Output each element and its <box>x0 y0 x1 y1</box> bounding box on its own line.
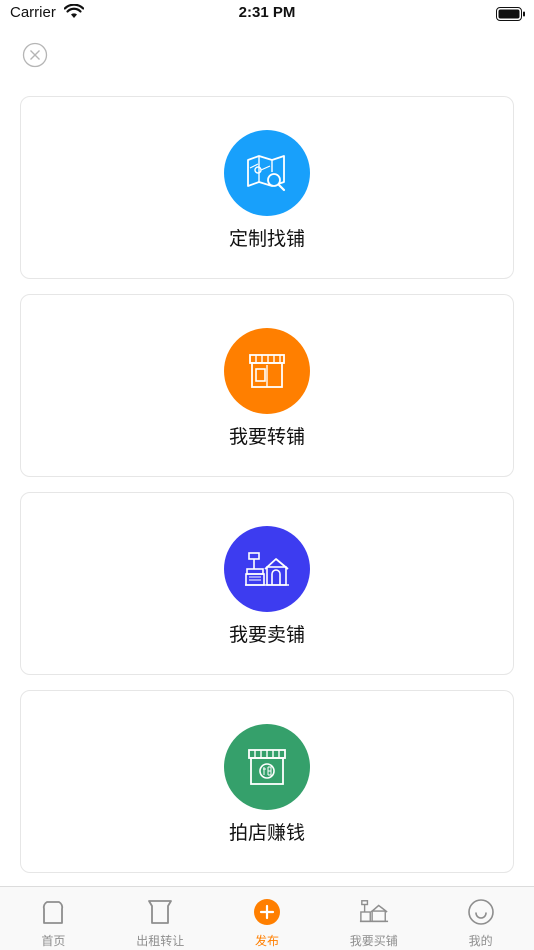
card-icon-circle <box>224 328 310 414</box>
rent-transfer-icon <box>145 897 175 927</box>
tab-bar: 首页 出租转让 发布 我要买铺 我的 <box>0 886 534 950</box>
auction-store-card[interactable]: 拍店赚钱 <box>20 690 514 873</box>
battery-icon <box>496 6 526 25</box>
card-label: 我要卖铺 <box>228 624 305 646</box>
tab-label: 发布 <box>254 934 279 948</box>
tab-home[interactable]: 首页 <box>0 887 107 950</box>
auction-store-icon <box>248 749 286 785</box>
custom-find-shop-card[interactable]: 定制找铺 <box>20 96 514 279</box>
storefront-icon <box>249 354 285 388</box>
publish-plus-icon <box>252 897 282 927</box>
tab-rent-transfer[interactable]: 出租转让 <box>107 887 214 950</box>
home-bread-icon <box>38 897 68 927</box>
publish-options: 定制找铺 我要转铺 我要卖铺 拍店赚钱 <box>20 96 514 888</box>
tab-label: 首页 <box>41 934 66 948</box>
sell-shop-card[interactable]: 我要卖铺 <box>20 492 514 675</box>
card-label: 拍店赚钱 <box>228 822 305 844</box>
close-icon <box>22 42 48 68</box>
card-label: 定制找铺 <box>228 228 305 250</box>
card-icon-circle <box>224 526 310 612</box>
card-icon-circle <box>224 130 310 216</box>
tab-publish[interactable]: 发布 <box>214 887 321 950</box>
card-icon-circle <box>224 724 310 810</box>
card-label: 我要转铺 <box>228 426 305 448</box>
profile-smile-icon <box>466 897 496 927</box>
tab-label: 出租转让 <box>136 934 185 948</box>
shop-building-icon <box>245 552 289 586</box>
tab-label: 我的 <box>468 934 493 948</box>
clock: 2:31 PM <box>238 4 296 21</box>
buy-shop-icon <box>359 897 389 927</box>
map-search-icon <box>247 155 286 192</box>
tab-profile[interactable]: 我的 <box>427 887 534 950</box>
status-bar: Carrier 2:31 PM <box>0 0 534 28</box>
tab-label: 我要买铺 <box>349 934 398 948</box>
tab-buy-shop[interactable]: 我要买铺 <box>320 887 427 950</box>
transfer-shop-card[interactable]: 我要转铺 <box>20 294 514 477</box>
close-button[interactable] <box>22 42 48 68</box>
